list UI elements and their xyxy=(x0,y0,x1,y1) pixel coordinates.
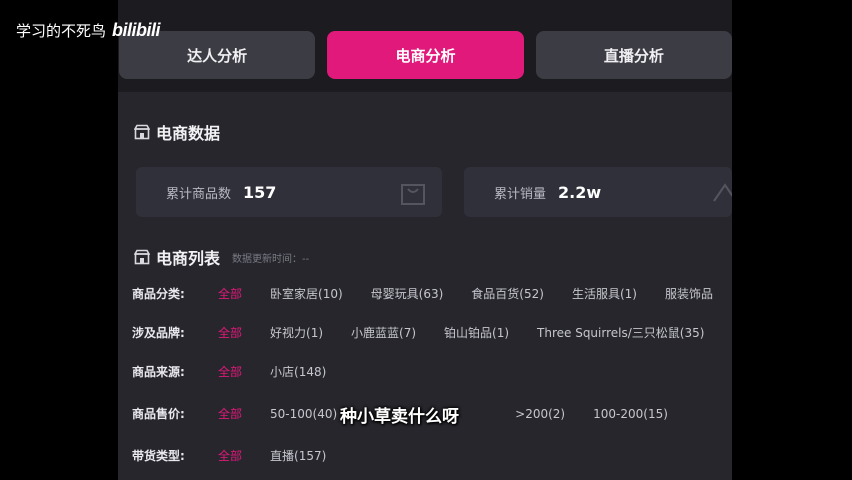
filter-row-brand: 涉及品牌: 全部 好视力(1) 小鹿蓝蓝(7) 铂山铂品(1) Three Sq… xyxy=(132,324,732,341)
filter-option[interactable]: 小店(148) xyxy=(270,363,326,380)
video-watermark: 学习的不死鸟 bilibili xyxy=(16,20,161,41)
stat-card-total-sales: 累计销量 2.2w xyxy=(464,167,732,217)
filter-option[interactable]: 母婴玩具(63) xyxy=(371,285,444,302)
filter-option[interactable]: 好视力(1) xyxy=(270,324,323,341)
filter-option[interactable]: 服装饰品 xyxy=(665,285,713,302)
analysis-tabs: 达人分析 电商分析 直播分析 xyxy=(118,31,732,79)
filter-option[interactable]: 50-100(40) xyxy=(270,407,337,421)
filter-option[interactable]: 生活服具(1) xyxy=(572,285,637,302)
stat-value: 2.2w xyxy=(558,182,602,202)
filter-option[interactable]: Three Squirrels/三只松鼠(35) xyxy=(537,324,704,341)
watermark-author: 学习的不死鸟 xyxy=(16,22,107,40)
filter-option[interactable]: 小鹿蓝蓝(7) xyxy=(351,324,416,341)
filter-option[interactable]: 100-200(15) xyxy=(593,407,668,421)
update-time-hint: 数据更新时间：-- xyxy=(232,253,310,265)
filter-option-all[interactable]: 全部 xyxy=(218,363,242,380)
filter-option-all[interactable]: 全部 xyxy=(218,285,242,302)
filter-option-all[interactable]: 全部 xyxy=(218,324,242,341)
ecommerce-data-heading: 电商数据 xyxy=(134,120,220,144)
tab-live-analysis[interactable]: 直播分析 xyxy=(535,31,732,79)
store-icon xyxy=(134,249,150,265)
filter-option-all[interactable]: 全部 xyxy=(218,405,242,422)
filter-label: 带货类型: xyxy=(132,449,185,463)
ecommerce-list-heading: 电商列表 数据更新时间：-- xyxy=(134,245,309,269)
shopping-bag-icon xyxy=(401,184,425,205)
store-icon xyxy=(134,124,150,140)
stat-label: 累计商品数 xyxy=(166,186,232,202)
video-subtitle: 种小草卖什么呀 xyxy=(340,407,459,427)
stat-card-total-products: 累计商品数 157 xyxy=(136,167,442,217)
stat-value: 157 xyxy=(243,182,277,202)
filter-option[interactable]: 直播(157) xyxy=(270,447,326,464)
filter-option[interactable]: 卧室家居(10) xyxy=(270,285,343,302)
filter-option[interactable]: 食品百货(52) xyxy=(471,285,544,302)
filter-option[interactable]: 铂山铂品(1) xyxy=(444,324,509,341)
tab-ecommerce-analysis[interactable]: 电商分析 xyxy=(327,31,524,79)
filter-row-source: 商品来源: 全部 小店(148) xyxy=(132,363,354,380)
filter-option[interactable]: >200(2) xyxy=(515,407,565,421)
trend-up-icon xyxy=(713,183,732,202)
section-title: 电商数据 xyxy=(156,124,221,143)
filter-option-all[interactable]: 全部 xyxy=(218,447,242,464)
filter-label: 商品来源: xyxy=(132,365,185,379)
filter-label: 涉及品牌: xyxy=(132,326,185,340)
filter-row-category: 商品分类: 全部 卧室家居(10) 母婴玩具(63) 食品百货(52) 生活服具… xyxy=(132,285,732,302)
filter-row-sales-type: 带货类型: 全部 直播(157) xyxy=(132,447,354,464)
filter-label: 商品售价: xyxy=(132,407,185,421)
filter-label: 商品分类: xyxy=(132,287,185,301)
bilibili-logo: bilibili xyxy=(112,20,161,40)
stat-label: 累计销量 xyxy=(494,186,547,202)
section-title: 电商列表 xyxy=(156,249,221,268)
